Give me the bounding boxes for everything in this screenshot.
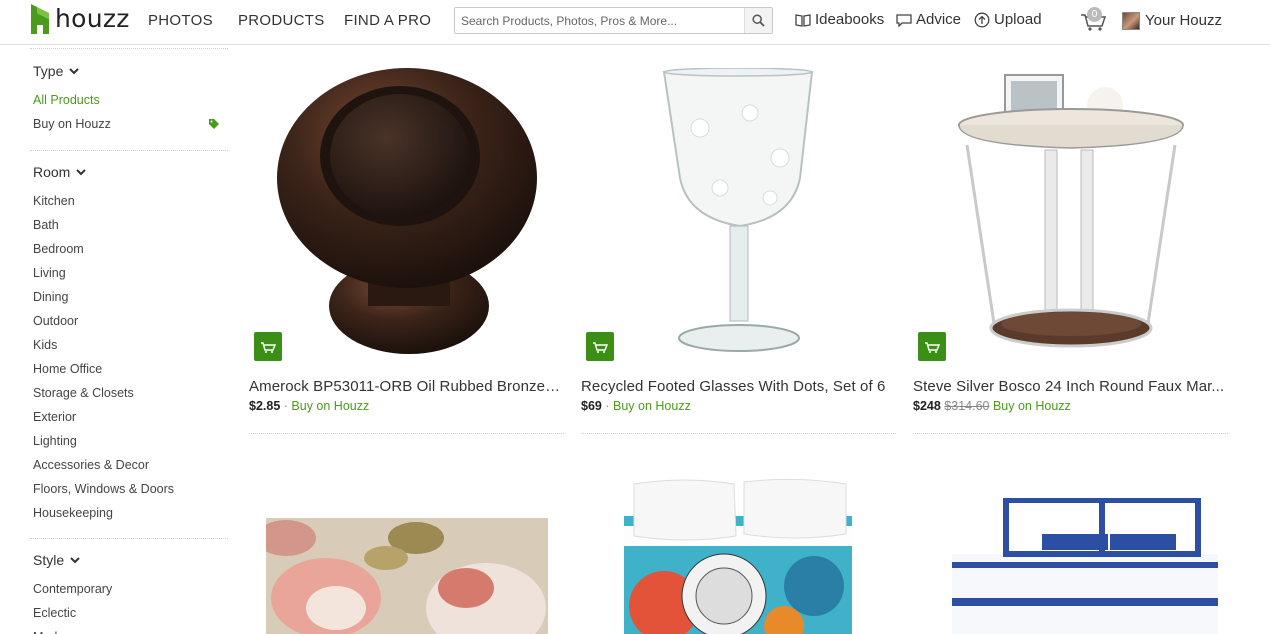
search-button[interactable] [744,8,772,33]
book-icon [795,13,811,27]
product-image-duvet-cover[interactable] [624,476,852,634]
ideabooks-label: Ideabooks [815,11,885,28]
filter-room-accessories-decor[interactable]: Accessories & Decor [30,453,228,477]
type-filter-header[interactable]: Type [30,61,228,81]
filter-room-exterior[interactable]: Exterior [30,405,228,429]
chevron-down-icon [69,67,80,74]
filter-sidebar: Type All Products Buy on Houzz Room Kitc… [30,46,228,634]
sidebar-divider [30,538,228,539]
cart-icon [593,341,608,353]
card-divider [249,433,564,434]
ideabooks-link[interactable]: Ideabooks [795,11,884,28]
card-divider [913,433,1228,434]
filter-room-storage-closets[interactable]: Storage & Closets [30,381,228,405]
room-filter-title: Room [33,164,71,180]
filter-room-bath[interactable]: Bath [30,213,228,237]
filter-room-home-office[interactable]: Home Office [30,357,228,381]
buy-on-houzz-link[interactable]: Buy on Houzz [291,399,369,413]
nav-find-a-pro[interactable]: FIND A PRO [344,12,431,29]
filter-room-kitchen[interactable]: Kitchen [30,189,228,213]
product-price-row: $2.85 · Buy on Houzz [249,399,369,413]
cart-icon [925,341,940,353]
product-image-cabinet-knob[interactable] [270,66,542,358]
type-filter-title: Type [33,63,64,79]
filter-room-dining[interactable]: Dining [30,285,228,309]
cart-icon [261,341,276,353]
houzz-logo[interactable]: houzz [31,3,130,35]
filter-room-bedroom[interactable]: Bedroom [30,237,228,261]
buy-on-houzz-link[interactable]: Buy on Houzz [613,399,691,413]
product-title[interactable]: Amerock BP53011-ORB Oil Rubbed Bronze ..… [249,378,562,395]
filter-style-contemporary[interactable]: Contemporary [30,577,228,601]
product-original-price: $314.60 [944,399,990,413]
upload-label: Upload [994,11,1042,28]
product-image-bedding-set[interactable] [952,498,1218,634]
product-price: $248 [913,399,941,413]
product-price-row: $69 · Buy on Houzz [581,399,691,413]
price-separator: · [283,399,288,413]
product-price: $69 [581,399,602,413]
avatar[interactable] [1122,12,1140,30]
nav-products[interactable]: PRODUCTS [238,12,325,29]
product-image-round-side-table[interactable] [955,70,1187,358]
filter-buy-on-houzz-label: Buy on Houzz [33,117,111,131]
add-to-cart-button[interactable] [254,332,282,361]
filter-room-kids[interactable]: Kids [30,333,228,357]
filter-style-eclectic[interactable]: Eclectic [30,601,228,625]
search-box [454,7,773,34]
chevron-down-icon [70,556,80,563]
search-input[interactable] [455,8,745,33]
product-title[interactable]: Steve Silver Bosco 24 Inch Round Faux Ma… [913,378,1226,395]
add-to-cart-button[interactable] [586,332,614,361]
advice-label: Advice [916,11,962,28]
sidebar-divider [30,150,228,151]
chevron-down-icon [76,168,87,175]
filter-room-floors-windows-doors[interactable]: Floors, Windows & Doors [30,477,228,501]
top-header: houzz PHOTOS PRODUCTS FIND A PRO Ideaboo… [0,0,1270,45]
buy-on-houzz-link[interactable]: Buy on Houzz [993,399,1071,413]
your-houzz-link[interactable]: Your Houzz [1145,12,1222,29]
filter-room-lighting[interactable]: Lighting [30,429,228,453]
filter-room-housekeeping[interactable]: Housekeeping [30,501,228,525]
advice-link[interactable]: Advice [896,11,961,28]
card-divider [581,433,896,434]
search-icon [752,14,765,27]
price-separator: · [605,399,610,413]
filter-buy-on-houzz[interactable]: Buy on Houzz [30,112,228,136]
sidebar-divider [30,48,228,49]
filter-room-outdoor[interactable]: Outdoor [30,309,228,333]
add-to-cart-button[interactable] [918,332,946,361]
style-filter-header[interactable]: Style [30,550,228,570]
room-filter-header[interactable]: Room [30,162,228,182]
upload-icon [974,12,990,27]
product-price: $2.85 [249,399,281,413]
upload-link[interactable]: Upload [974,11,1042,28]
cart-count-badge: 0 [1087,7,1102,22]
tag-icon [209,119,219,129]
product-image-footed-glass[interactable] [660,68,820,356]
filter-style-modern[interactable]: Modern [30,625,228,634]
houzz-logo-icon [31,4,49,34]
filter-all-products[interactable]: All Products [30,88,228,112]
product-price-row: $248 $314.60 Buy on Houzz [913,399,1071,413]
product-title[interactable]: Recycled Footed Glasses With Dots, Set o… [581,378,894,395]
logo-wordmark: houzz [55,4,130,33]
speech-bubble-icon [896,13,912,27]
filter-room-living[interactable]: Living [30,261,228,285]
style-filter-title: Style [33,552,65,568]
nav-photos[interactable]: PHOTOS [148,12,213,29]
product-image-floral-rug[interactable] [266,518,548,634]
